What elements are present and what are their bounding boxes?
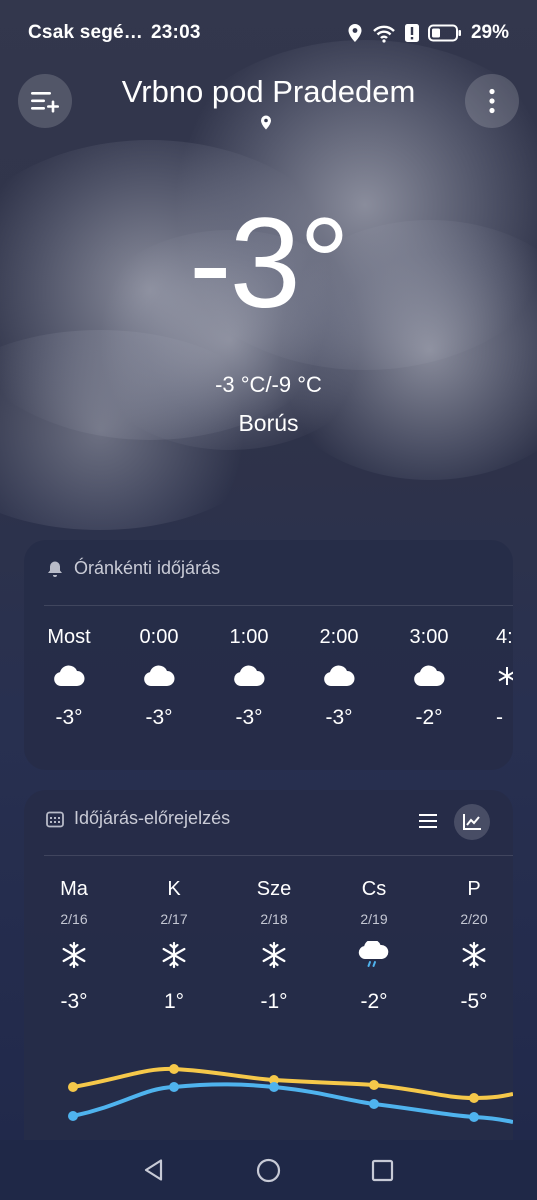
day-temp: -5° [460, 990, 488, 1013]
list-view-button[interactable] [418, 812, 438, 835]
calendar-icon [46, 811, 64, 827]
hourly-item[interactable]: 3:00 -2° [384, 626, 474, 730]
snowflake-icon [262, 941, 286, 969]
temperature-range: -3 °C/-9 °C [215, 372, 322, 397]
low-temp-point [369, 1099, 379, 1109]
forecast-day[interactable]: P 2/20 -5° [424, 878, 513, 1014]
cloud-icon [54, 665, 85, 686]
alert-icon [404, 24, 419, 42]
clock: 23:03 [151, 22, 201, 43]
cloud-icon [144, 665, 175, 686]
day-name: Sze [256, 878, 292, 900]
day-date: 2/18 [260, 911, 288, 927]
day-temp: -2° [360, 990, 388, 1013]
hourly-item[interactable]: 4: - [474, 626, 513, 730]
day-date: 2/17 [160, 911, 188, 927]
day-name: K [167, 878, 181, 900]
hour-time: 3:00 [409, 626, 449, 648]
day-name: Ma [60, 878, 88, 900]
bell-icon [48, 561, 62, 577]
cloud-icon [324, 665, 355, 686]
current-temperature: -3° [189, 192, 350, 335]
hourly-item[interactable]: 1:00 -3° [204, 626, 294, 730]
day-temp: -3° [60, 990, 88, 1013]
hourly-item[interactable]: Most -3° [24, 626, 114, 730]
wifi-icon [373, 25, 395, 43]
hourly-item[interactable]: 0:00 -3° [114, 626, 204, 730]
snowflake-icon [62, 941, 86, 969]
divider [44, 855, 513, 856]
hour-time: 4: [496, 626, 513, 648]
location-icon [348, 24, 362, 42]
snow-icon [498, 667, 513, 685]
chart-view-icon [463, 814, 481, 830]
hour-temp: -3° [145, 706, 173, 729]
day-date: 2/16 [60, 911, 88, 927]
hour-temp: -3° [325, 706, 353, 729]
home-circle-icon[interactable] [256, 1158, 281, 1183]
forecast-day[interactable]: Sze 2/18 -1° [224, 878, 324, 1014]
low-temp-line [72, 1082, 513, 1124]
hour-temp: - [496, 706, 503, 729]
hourly-item[interactable]: 2:00 -3° [294, 626, 384, 730]
more-options-button[interactable] [465, 74, 519, 128]
low-temp-point [469, 1112, 479, 1122]
snowflake-icon [162, 941, 186, 969]
battery-percent: 29% [470, 22, 509, 43]
low-temp-point [68, 1111, 78, 1121]
day-date: 2/20 [460, 911, 488, 927]
snowflake-icon [462, 941, 486, 969]
forecast-day[interactable]: K 2/17 1° [124, 878, 224, 1014]
weather-condition: Borús [238, 410, 299, 436]
day-temp: -1° [260, 990, 288, 1013]
back-triangle-icon[interactable] [142, 1158, 166, 1182]
hour-temp: -3° [235, 706, 263, 729]
hourly-title: Óránkénti időjárás [74, 558, 221, 578]
forecast-title: Időjárás-előrejelzés [74, 808, 231, 828]
hour-time: 1:00 [229, 626, 269, 648]
high-temp-point [469, 1093, 479, 1103]
hour-time: Most [47, 626, 91, 648]
low-temp-point [269, 1082, 279, 1092]
high-temp-point [169, 1064, 179, 1074]
system-navigation-bar [0, 1140, 537, 1200]
chart-view-button[interactable] [454, 804, 490, 840]
divider [44, 605, 513, 606]
carrier-text: Csak segé… [28, 22, 144, 43]
hour-temp: -3° [55, 706, 83, 729]
high-temp-point [68, 1082, 78, 1092]
recents-square-icon[interactable] [371, 1159, 394, 1182]
hourly-forecast-card[interactable]: Óránkénti időjárás Most -3° 0:00 -3° 1:0… [24, 540, 513, 770]
day-name: P [467, 878, 481, 900]
cloud-icon [414, 665, 445, 686]
cloud-icon [234, 665, 265, 686]
hour-time: 2:00 [319, 626, 359, 648]
rain-snow-cloud-icon [358, 939, 389, 967]
daily-forecast-card[interactable]: Időjárás-előrejelzés Ma 2/16 -3° K 2/17 … [24, 790, 513, 1142]
low-temp-point [169, 1082, 179, 1092]
temperature-trend-chart [68, 1064, 513, 1124]
city-name[interactable]: Vrbno pod Pradedem [0, 74, 537, 110]
day-temp: 1° [163, 990, 185, 1013]
forecast-day[interactable]: Ma 2/16 -3° [24, 878, 124, 1014]
status-bar: Csak segé… 23:03 29% [0, 0, 537, 66]
forecast-day[interactable]: Cs 2/19 -2° [324, 878, 424, 1014]
high-temp-point [369, 1080, 379, 1090]
list-view-icon [419, 814, 437, 828]
more-vertical-icon [489, 88, 495, 114]
day-name: Cs [361, 878, 387, 900]
battery-icon [427, 24, 461, 42]
hour-temp: -2° [415, 706, 443, 729]
hour-time: 0:00 [139, 626, 179, 648]
current-location-pin-icon [261, 115, 271, 130]
day-date: 2/19 [360, 911, 388, 927]
